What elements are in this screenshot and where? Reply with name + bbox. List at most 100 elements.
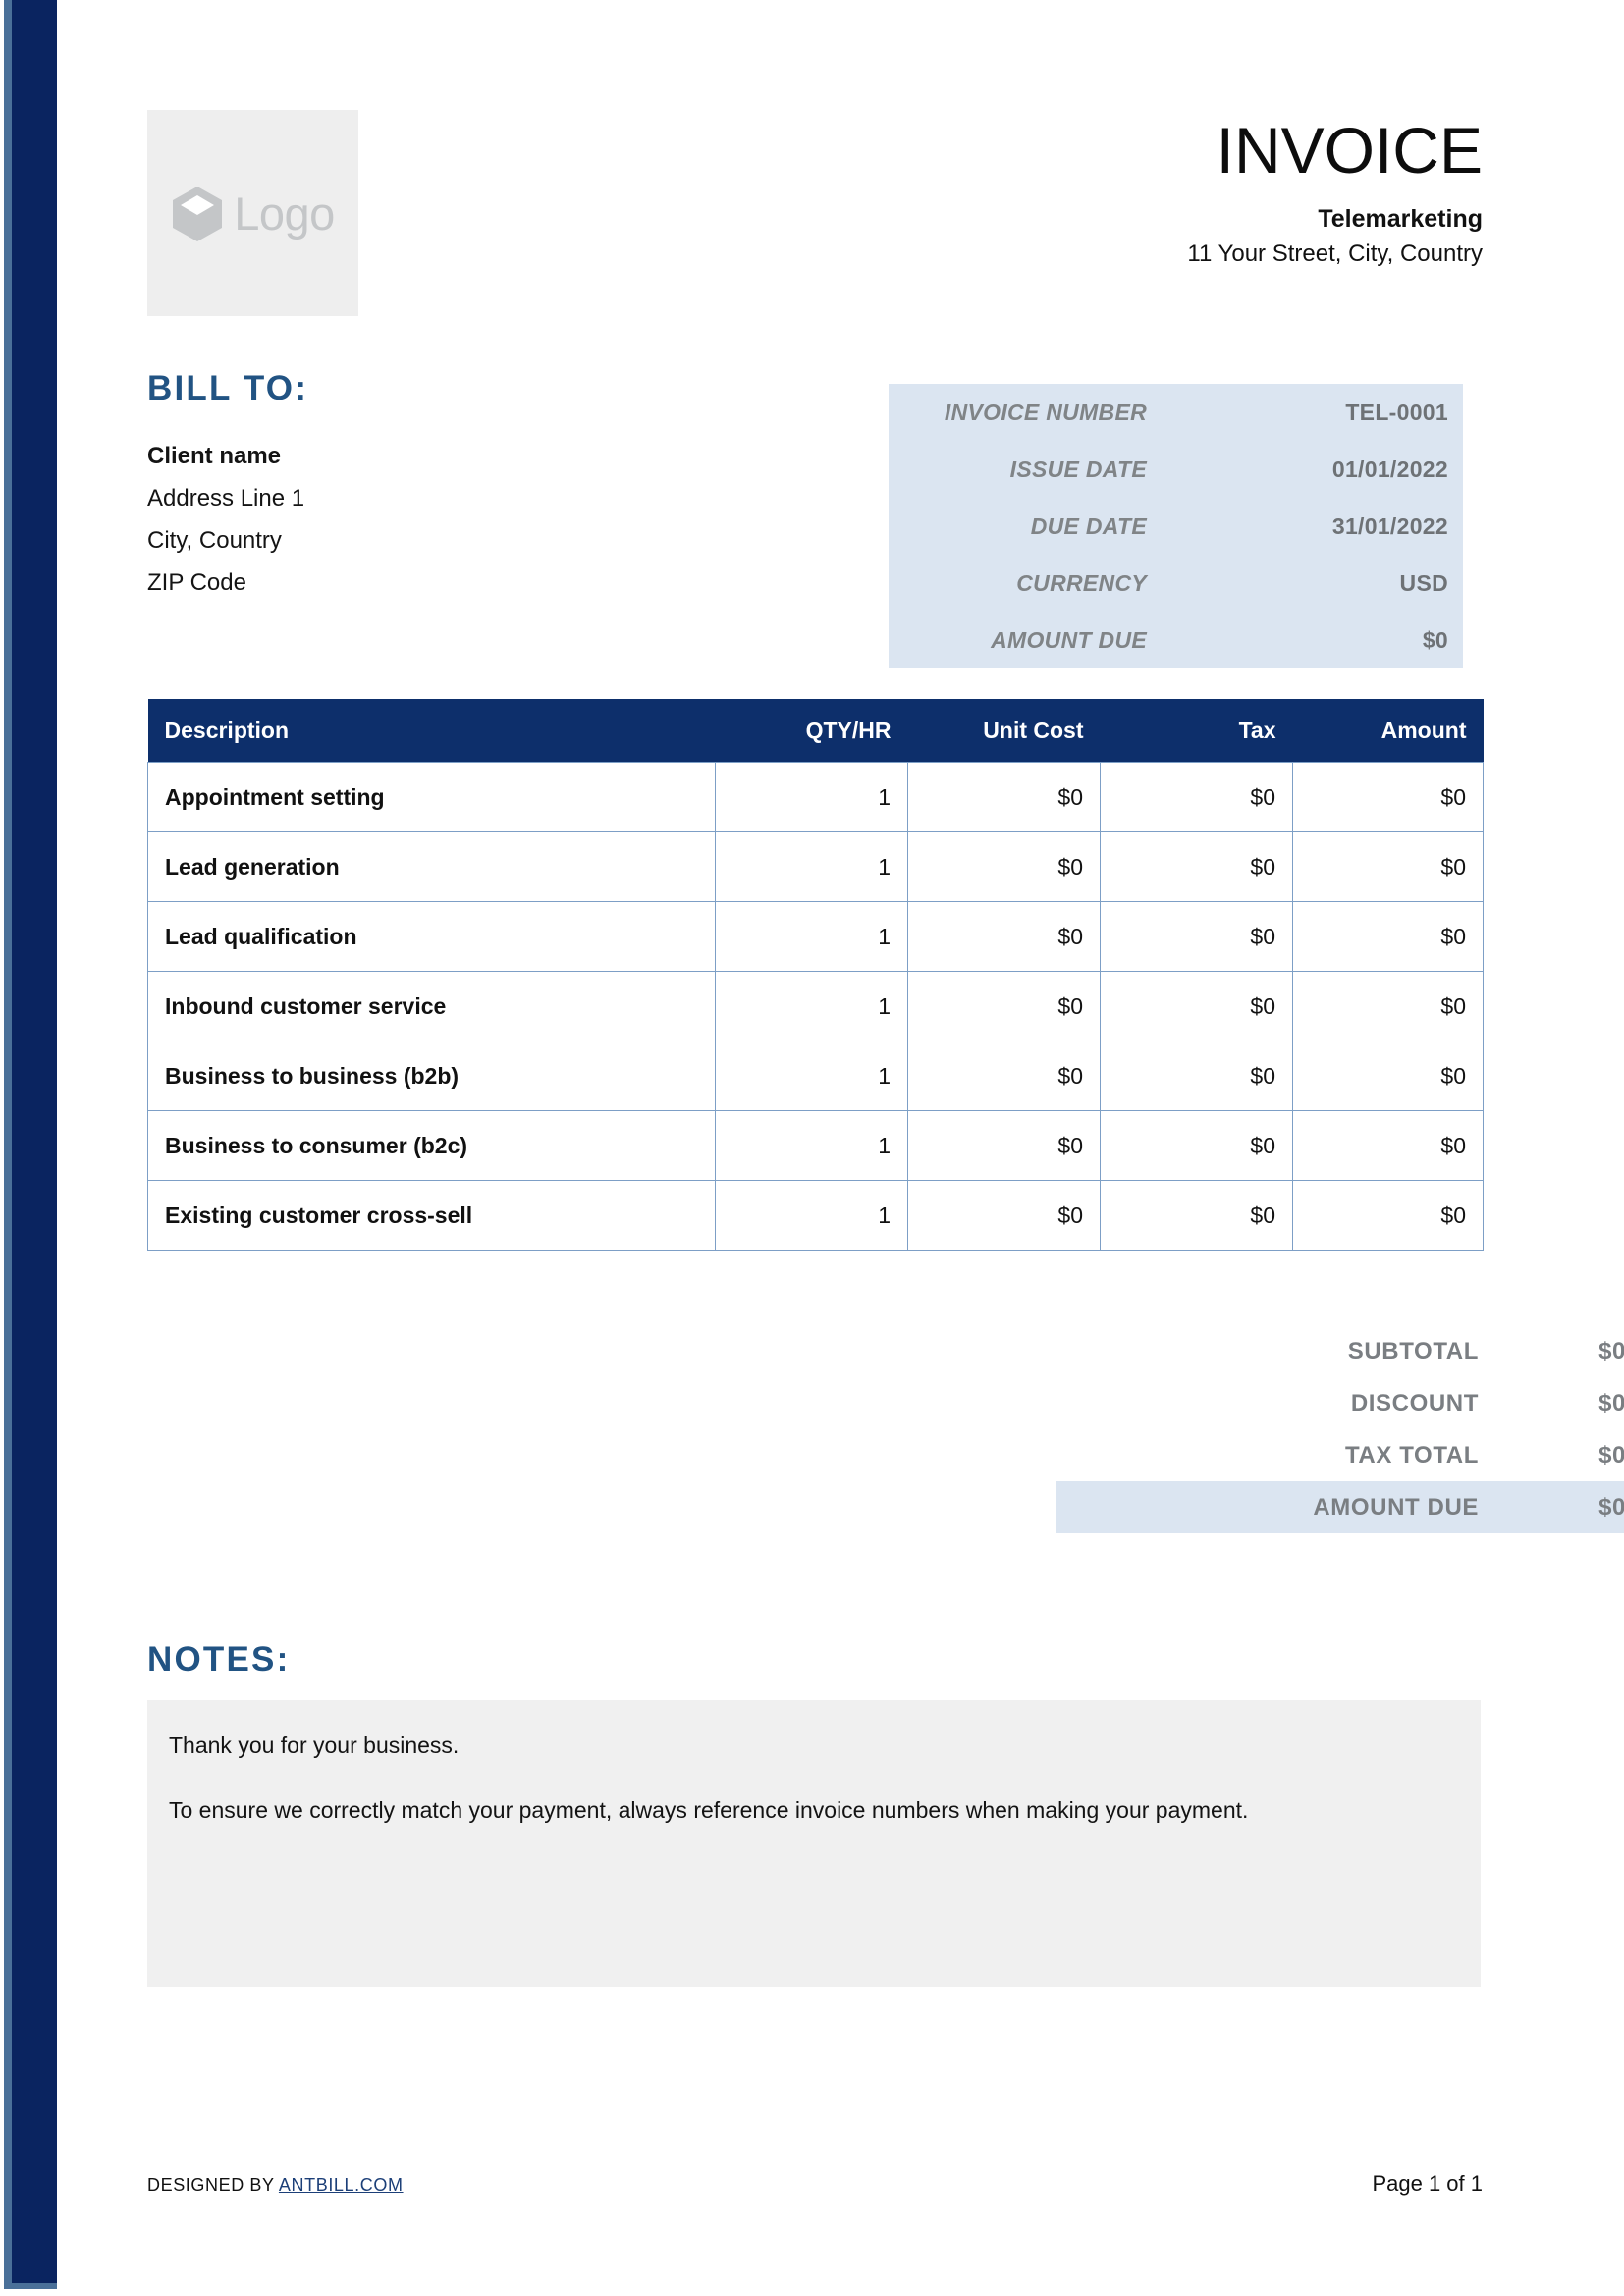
cell-tax: $0 [1100,1041,1293,1111]
meta-row-amount-due: AMOUNT DUE $0 [889,612,1463,668]
totals-label-subtotal: SUBTOTAL [1347,1337,1479,1364]
table-row: Business to consumer (b2c) 1 $0 $0 $0 [147,1110,1484,1181]
cell-amount: $0 [1292,1180,1484,1251]
cell-tax: $0 [1100,831,1293,902]
cell-unit-cost: $0 [907,1180,1101,1251]
bill-to-zip-code: ZIP Code [147,569,246,596]
bill-to-heading: BILL TO: [147,369,309,407]
company-address: 11 Your Street, City, Country [1187,240,1483,268]
totals-value-subtotal: $0 [1598,1337,1624,1364]
invoice-page: Logo INVOICE Telemarketing 11 Your Stree… [0,0,1624,2296]
cell-unit-cost: $0 [907,1041,1101,1111]
cell-amount: $0 [1292,971,1484,1041]
cell-tax: $0 [1100,1110,1293,1181]
cell-qty: 1 [715,762,908,832]
meta-value-issue-date: 01/01/2022 [1331,455,1448,482]
page-spine [12,0,57,2283]
meta-value-invoice-number: TEL-0001 [1345,399,1448,425]
logo-placeholder[interactable]: Logo [147,110,358,316]
company-name: Telemarketing [1318,205,1483,233]
meta-label-invoice-number: INVOICE NUMBER [944,399,1147,425]
column-header-qty: QTY/HR [715,699,908,763]
totals-row-tax-total: TAX TOTAL $0 [1056,1429,1624,1481]
notes-paragraph-2: To ensure we correctly match your paymen… [169,1797,1249,1823]
meta-row-issue-date: ISSUE DATE 01/01/2022 [889,441,1463,498]
header-right-block: INVOICE Telemarketing 11 Your Street, Ci… [697,110,1483,269]
cell-amount: $0 [1292,1110,1484,1181]
notes-box[interactable]: Thank you for your business. To ensure w… [147,1700,1481,1987]
totals-label-tax-total: TAX TOTAL [1344,1441,1479,1468]
totals-value-tax-total: $0 [1598,1441,1624,1468]
column-header-amount: Amount [1292,699,1484,763]
cell-qty: 1 [715,831,908,902]
cell-qty: 1 [715,1180,908,1251]
bill-to-address-line-1: Address Line 1 [147,485,305,511]
cell-unit-cost: $0 [907,762,1101,832]
table-header-row: Description QTY/HR Unit Cost Tax Amount [147,699,1484,763]
cell-tax: $0 [1100,901,1293,972]
notes-heading: NOTES: [147,1640,291,1679]
bill-to-block: BILL TO: Client name Address Line 1 City… [147,371,736,604]
notes-paragraph-1: Thank you for your business. [169,1733,460,1758]
meta-row-due-date: DUE DATE 31/01/2022 [889,498,1463,555]
page-title: INVOICE [1216,114,1483,187]
cell-description: Business to consumer (b2c) [147,1110,716,1181]
designed-by: DESIGNED BY ANTBILL.COM [147,2175,404,2196]
meta-row-currency: CURRENCY USD [889,555,1463,612]
logo-text: Logo [234,187,335,240]
cell-description: Existing customer cross-sell [147,1180,716,1251]
antbill-link[interactable]: ANTBILL.COM [279,2175,404,2195]
cell-qty: 1 [715,971,908,1041]
cell-qty: 1 [715,1041,908,1111]
cell-description: Lead generation [147,831,716,902]
totals-row-subtotal: SUBTOTAL $0 [1056,1325,1624,1377]
cell-unit-cost: $0 [907,831,1101,902]
designed-by-prefix: DESIGNED BY [147,2175,279,2195]
cell-tax: $0 [1100,971,1293,1041]
cell-description: Business to business (b2b) [147,1041,716,1111]
table-row: Existing customer cross-sell 1 $0 $0 $0 [147,1180,1484,1251]
invoice-header: Logo INVOICE Telemarketing 11 Your Stree… [147,110,1483,324]
meta-row-invoice-number: INVOICE NUMBER TEL-0001 [889,384,1463,441]
invoice-meta-box: INVOICE NUMBER TEL-0001 ISSUE DATE 01/01… [889,384,1463,668]
totals-label-discount: DISCOUNT [1350,1389,1479,1416]
line-items-table: Description QTY/HR Unit Cost Tax Amount … [147,699,1484,1251]
cell-tax: $0 [1100,762,1293,832]
meta-value-due-date: 31/01/2022 [1331,512,1448,539]
page-number: Page 1 of 1 [1372,2171,1483,2196]
cell-amount: $0 [1292,831,1484,902]
meta-label-due-date: DUE DATE [1030,512,1147,539]
totals-row-amount-due: AMOUNT DUE $0 [1056,1481,1624,1533]
cell-unit-cost: $0 [907,901,1101,972]
invoice-content: Logo INVOICE Telemarketing 11 Your Stree… [147,0,1624,2296]
page-footer: DESIGNED BY ANTBILL.COM Page 1 of 1 [147,2171,1483,2197]
cell-amount: $0 [1292,1041,1484,1111]
totals-label-amount-due: AMOUNT DUE [1313,1493,1479,1521]
meta-label-issue-date: ISSUE DATE [1009,455,1147,482]
column-header-unit-cost: Unit Cost [907,699,1101,763]
column-header-description: Description [147,699,716,763]
cell-amount: $0 [1292,762,1484,832]
cell-tax: $0 [1100,1180,1293,1251]
cube-logo-icon [173,187,223,241]
meta-value-amount-due: $0 [1422,626,1448,653]
bill-to-client-name: Client name [147,443,282,469]
cell-unit-cost: $0 [907,971,1101,1041]
page-spine-edge [4,0,57,2289]
totals-value-discount: $0 [1598,1389,1624,1416]
totals-row-discount: DISCOUNT $0 [1056,1377,1624,1429]
table-row: Lead generation 1 $0 $0 $0 [147,831,1484,902]
column-header-tax: Tax [1100,699,1293,763]
cell-description: Lead qualification [147,901,716,972]
table-row: Lead qualification 1 $0 $0 $0 [147,901,1484,972]
bill-to-city-country: City, Country [147,527,282,554]
meta-value-currency: USD [1399,569,1448,596]
cell-unit-cost: $0 [907,1110,1101,1181]
meta-label-amount-due: AMOUNT DUE [991,626,1147,653]
meta-label-currency: CURRENCY [1016,569,1147,596]
cell-amount: $0 [1292,901,1484,972]
logo-lockup: Logo [171,185,335,241]
table-row: Inbound customer service 1 $0 $0 $0 [147,971,1484,1041]
cell-qty: 1 [715,901,908,972]
totals-value-amount-due: $0 [1598,1493,1624,1521]
